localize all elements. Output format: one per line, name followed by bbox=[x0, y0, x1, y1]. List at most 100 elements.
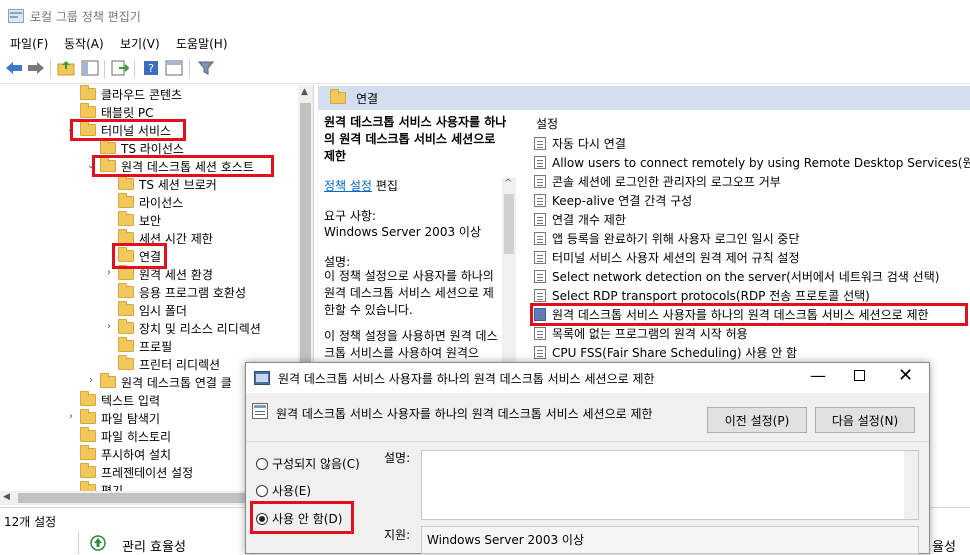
folder-icon bbox=[118, 301, 134, 316]
highlight-box bbox=[70, 119, 186, 141]
toolbar: ? bbox=[0, 54, 970, 84]
export-list-icon[interactable] bbox=[110, 59, 130, 77]
policy-settings-link[interactable]: 정책 설정 bbox=[324, 179, 372, 193]
setting-row[interactable]: 앱 등록을 완료하기 위해 사용자 로그인 일시 중단 bbox=[534, 229, 800, 247]
scroll-thumb[interactable] bbox=[18, 493, 258, 503]
policy-title: 원격 데스크톱 서비스 사용자를 하나의 원격 데스크톱 서비스 세션으로 제한 bbox=[324, 115, 507, 163]
setting-row[interactable]: 목록에 없는 프로그램의 원격 시작 허용 bbox=[534, 324, 748, 342]
highlight-box bbox=[92, 155, 274, 177]
folder-icon bbox=[80, 445, 96, 460]
close-icon[interactable]: ✕ bbox=[898, 365, 913, 386]
description-scrollbar[interactable]: ^ bbox=[502, 178, 516, 370]
filter-icon[interactable] bbox=[196, 59, 216, 77]
back-arrow-icon[interactable] bbox=[4, 59, 24, 77]
tree-item[interactable]: 프린터 리디렉션 bbox=[118, 355, 220, 373]
expand-chevron-icon[interactable]: › bbox=[66, 411, 76, 422]
tree-item[interactable]: TS 세션 브로커 bbox=[118, 175, 217, 193]
folder-icon bbox=[100, 139, 116, 154]
expand-chevron-icon[interactable]: › bbox=[104, 321, 114, 332]
setting-row[interactable]: Keep-alive 연결 간격 구성 bbox=[534, 191, 692, 209]
description-pane: 원격 데스크톱 서비스 사용자를 하나의 원격 데스크톱 서비스 세션으로 제한… bbox=[318, 110, 516, 370]
setting-row[interactable]: 연결 개수 제한 bbox=[534, 210, 626, 228]
setting-row[interactable]: Allow users to connect remotely by using… bbox=[534, 153, 970, 171]
comment-textbox[interactable] bbox=[421, 450, 919, 520]
app-icon bbox=[8, 9, 24, 23]
description-text: 이 정책 설정으로 사용자를 하나의 원격 데스크톱 서비스 세션으로 제한할 … bbox=[324, 269, 494, 317]
radio-circle bbox=[256, 484, 268, 497]
policy-setting-icon bbox=[534, 155, 546, 169]
scroll-up-arrow-icon[interactable]: ^ bbox=[504, 178, 512, 189]
folder-open-icon bbox=[330, 89, 346, 104]
folder-title: 연결 bbox=[356, 91, 379, 106]
folder-icon bbox=[80, 85, 96, 100]
setting-row[interactable]: CPU FSS(Fair Share Scheduling) 사용 안 함 bbox=[534, 343, 797, 361]
forward-arrow-icon[interactable] bbox=[26, 59, 46, 77]
next-setting-button[interactable]: 다음 설정(N) bbox=[815, 407, 915, 433]
policy-setting-icon bbox=[534, 231, 546, 245]
tree-item[interactable]: 푸시하여 설치 bbox=[80, 445, 171, 463]
tree-item[interactable]: 라이선스 bbox=[118, 193, 183, 211]
dialog-app-icon bbox=[254, 371, 270, 385]
bottom-label: 관리 효율성 bbox=[122, 540, 186, 555]
policy-setting-icon bbox=[252, 403, 268, 419]
up-arrow-circle-icon bbox=[90, 535, 106, 551]
supported-textbox: Windows Server 2003 이상 bbox=[421, 526, 919, 554]
expand-chevron-icon[interactable]: › bbox=[86, 375, 96, 386]
folder-icon bbox=[118, 337, 134, 352]
folder-icon bbox=[118, 211, 134, 226]
previous-setting-button[interactable]: 이전 설정(P) bbox=[707, 407, 807, 433]
minimize-icon[interactable]: — bbox=[810, 366, 826, 385]
show-hide-tree-icon[interactable] bbox=[80, 59, 100, 77]
setting-row[interactable]: Select RDP transport protocols(RDP 전송 프로… bbox=[534, 286, 870, 304]
right-pane-header: 연결 bbox=[318, 86, 970, 110]
comment-scrollbar[interactable] bbox=[904, 451, 918, 519]
tree-item[interactable]: 임시 폴더 bbox=[118, 301, 187, 319]
setting-row[interactable]: 터미널 서비스 사용자 세션의 원격 제어 규칙 설정 bbox=[534, 248, 800, 266]
dialog-title-bar: 원격 데스크톱 서비스 사용자를 하나의 원격 데스크톱 서비스 세션으로 제한… bbox=[246, 363, 929, 393]
tree-item[interactable]: 프레젠테이션 설정 bbox=[80, 463, 193, 481]
tree-item[interactable]: 보안 bbox=[118, 211, 161, 229]
menu-file[interactable]: 파일(F) bbox=[10, 35, 48, 52]
edit-text: 편집 bbox=[375, 179, 398, 193]
folder-icon bbox=[118, 355, 134, 370]
radio-circle bbox=[256, 457, 268, 470]
policy-setting-icon bbox=[534, 193, 546, 207]
tree-item[interactable]: 장치 및 리소스 리디렉션 bbox=[118, 319, 261, 337]
maximize-icon[interactable] bbox=[854, 370, 865, 381]
menu-view[interactable]: 보기(V) bbox=[120, 35, 160, 52]
scroll-thumb[interactable] bbox=[300, 103, 311, 403]
setting-row[interactable]: 자동 다시 연결 bbox=[534, 134, 626, 152]
folder-up-icon[interactable] bbox=[56, 59, 76, 77]
menu-action[interactable]: 동작(A) bbox=[64, 35, 104, 52]
radio-enabled[interactable]: 사용(E) bbox=[256, 482, 311, 499]
tree-item[interactable]: 클라우드 콘텐츠 bbox=[80, 85, 182, 103]
settings-count: 12개 설정 bbox=[4, 515, 57, 529]
folder-icon bbox=[80, 463, 96, 478]
setting-row[interactable]: 콘솔 세션에 로그인한 관리자의 로그오프 거부 bbox=[534, 172, 781, 190]
tree-item[interactable]: 프로필 bbox=[118, 337, 172, 355]
menu-bar: 파일(F) 동작(A) 보기(V) 도움말(H) bbox=[0, 32, 970, 54]
help-icon[interactable]: ? bbox=[141, 59, 161, 77]
menu-help[interactable]: 도움말(H) bbox=[176, 35, 228, 52]
supported-value: Windows Server 2003 이상 bbox=[427, 533, 584, 547]
tree-item[interactable]: 응용 프로그램 호환성 bbox=[118, 283, 246, 301]
folder-icon bbox=[118, 319, 134, 334]
policy-dialog: 원격 데스크톱 서비스 사용자를 하나의 원격 데스크톱 서비스 세션으로 제한… bbox=[245, 362, 930, 554]
scroll-thumb[interactable] bbox=[504, 194, 514, 254]
tree-item[interactable]: 파일 탐색기 bbox=[80, 409, 160, 427]
policy-setting-icon bbox=[534, 250, 546, 264]
folder-icon bbox=[118, 265, 134, 280]
settings-list: 설정 자동 다시 연결 Allow users to connect remot… bbox=[530, 110, 970, 370]
scroll-up-arrow-icon[interactable]: ▲ bbox=[301, 87, 308, 97]
requirements-label: 요구 사항: bbox=[324, 209, 377, 223]
setting-row[interactable]: Select network detection on the server(서… bbox=[534, 267, 939, 285]
tree-item[interactable]: 원격 데스크톱 연결 클 bbox=[100, 373, 232, 391]
radio-not-configured[interactable]: 구성되지 않음(C) bbox=[256, 455, 360, 472]
scroll-left-arrow-icon[interactable]: ◀ bbox=[3, 492, 10, 502]
folder-icon bbox=[118, 283, 134, 298]
policy-setting-icon bbox=[534, 174, 546, 188]
tree-item[interactable]: 텍스트 입력 bbox=[80, 391, 160, 409]
settings-column-header[interactable]: 설정 bbox=[536, 115, 558, 132]
properties-icon[interactable] bbox=[164, 59, 184, 77]
tree-item[interactable]: 파일 히스토리 bbox=[80, 427, 171, 445]
